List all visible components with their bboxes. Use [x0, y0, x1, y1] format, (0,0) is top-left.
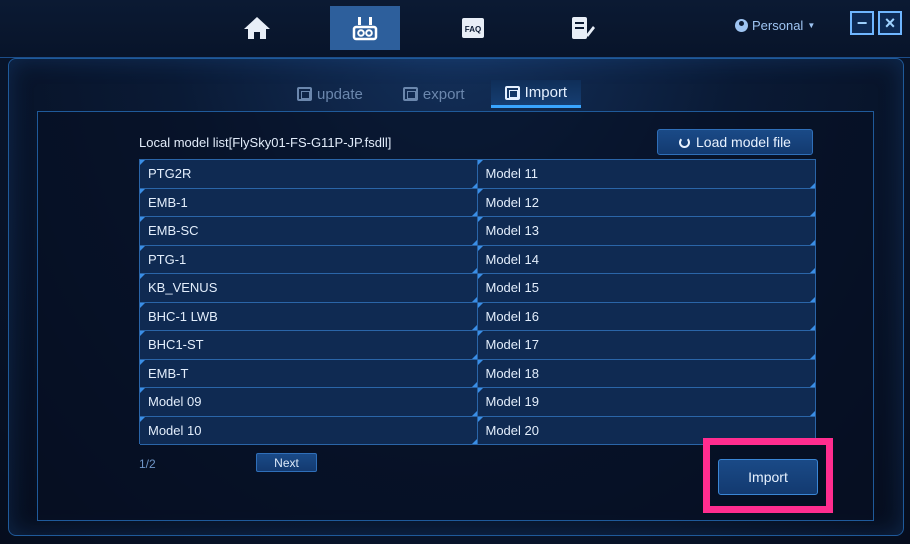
- page-indicator: 1/2: [139, 457, 156, 471]
- model-item[interactable]: PTG-1: [140, 245, 478, 274]
- tab-update-label: update: [317, 85, 363, 103]
- update-icon: [297, 87, 312, 101]
- model-item[interactable]: Model 10: [140, 416, 478, 445]
- minimize-button[interactable]: −: [850, 11, 874, 35]
- refresh-icon: [679, 136, 691, 148]
- model-item[interactable]: Model 16: [477, 302, 815, 331]
- nav-document[interactable]: [546, 6, 616, 50]
- model-item[interactable]: EMB-SC: [140, 217, 478, 246]
- chevron-down-icon: ▼: [807, 21, 816, 30]
- model-item[interactable]: KB_VENUS: [140, 274, 478, 303]
- tab-export[interactable]: export: [389, 80, 479, 108]
- load-model-file-button[interactable]: Load model file: [657, 129, 813, 155]
- close-button[interactable]: ×: [878, 11, 902, 35]
- export-icon: [402, 87, 418, 101]
- minimize-icon: −: [856, 13, 868, 33]
- model-list-title: Local model list[FlySky01-FS-G11P-JP.fsd…: [139, 135, 392, 150]
- tab-update[interactable]: update: [283, 80, 377, 108]
- app-window: FAQ Personal ▼ − × update export Import …: [0, 0, 910, 544]
- model-item[interactable]: Model 11: [477, 160, 815, 189]
- model-item[interactable]: Model 14: [477, 245, 815, 274]
- tab-bar: update export Import: [283, 80, 593, 108]
- user-icon: [735, 19, 748, 32]
- model-item[interactable]: Model 17: [477, 331, 815, 360]
- import-icon: [504, 85, 520, 100]
- model-item[interactable]: Model 15: [477, 274, 815, 303]
- document-edit-icon: [572, 17, 595, 39]
- account-menu[interactable]: Personal ▼: [735, 18, 815, 33]
- tab-import[interactable]: Import: [490, 80, 582, 108]
- nav-faq[interactable]: FAQ: [438, 6, 508, 50]
- tab-export-label: export: [422, 85, 465, 103]
- close-icon: ×: [884, 13, 896, 33]
- top-nav: FAQ: [222, 6, 654, 50]
- model-item[interactable]: PTG2R: [140, 160, 478, 189]
- model-item[interactable]: BHC1-ST: [140, 331, 478, 360]
- model-item[interactable]: Model 12: [477, 188, 815, 217]
- top-bar: FAQ Personal ▼ − ×: [0, 0, 910, 58]
- nav-home[interactable]: [222, 6, 292, 50]
- model-grid: PTG2R Model 11 EMB-1 Model 12 EMB-SC Mod…: [139, 159, 816, 445]
- model-item[interactable]: EMB-T: [140, 359, 478, 388]
- model-item[interactable]: EMB-1: [140, 188, 478, 217]
- svg-text:FAQ: FAQ: [465, 25, 481, 34]
- tab-import-label: Import: [524, 84, 568, 101]
- faq-icon: FAQ: [462, 18, 484, 38]
- model-item[interactable]: Model 13: [477, 217, 815, 246]
- nav-transmitter[interactable]: [330, 6, 400, 50]
- model-item[interactable]: Model 09: [140, 388, 478, 417]
- model-item[interactable]: Model 19: [477, 388, 815, 417]
- model-item[interactable]: Model 18: [477, 359, 815, 388]
- account-label: Personal: [752, 18, 804, 33]
- remote-controller-icon: [352, 17, 378, 41]
- import-button[interactable]: Import: [718, 459, 818, 495]
- next-page-button[interactable]: Next: [256, 453, 317, 472]
- load-model-file-label: Load model file: [696, 134, 791, 150]
- home-icon: [244, 17, 270, 39]
- model-item[interactable]: BHC-1 LWB: [140, 302, 478, 331]
